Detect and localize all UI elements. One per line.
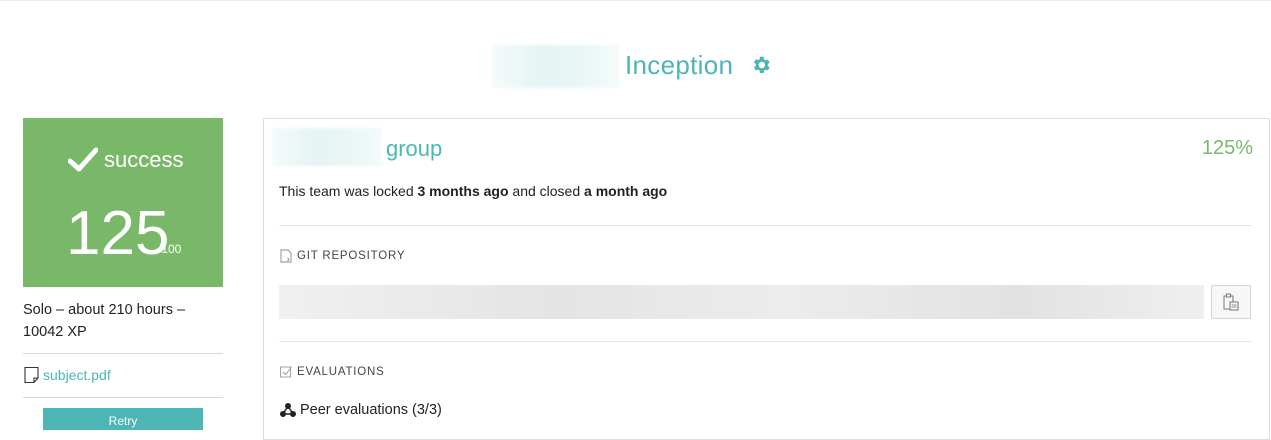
retry-button[interactable]: Retry — [43, 408, 203, 430]
copy-button[interactable] — [1211, 285, 1251, 319]
git-repository-url-field[interactable] — [279, 285, 1204, 319]
status-card: success 125 /100 — [23, 118, 223, 287]
clipboard-icon — [1223, 293, 1239, 311]
closed-time: a month ago — [584, 183, 668, 199]
divider — [23, 353, 223, 354]
locked-time: 3 months ago — [417, 183, 509, 199]
project-details: Solo – about 210 hours – 10042 XP — [23, 299, 213, 343]
checkbox-icon — [280, 366, 292, 378]
checkmark-icon — [68, 147, 98, 172]
group-title: group — [386, 136, 443, 161]
blurred-username — [272, 128, 382, 166]
divider — [279, 341, 1252, 342]
team-panel — [263, 118, 1270, 440]
divider — [23, 397, 223, 398]
evaluations-heading: EVALUATIONS — [279, 365, 385, 379]
team-percent: 125% — [1201, 137, 1253, 159]
gear-icon[interactable] — [750, 54, 772, 76]
top-divider — [0, 0, 1271, 1]
details-line: Solo – about 210 hours – — [23, 302, 186, 318]
git-repository-heading: GIT REPOSITORY — [279, 249, 405, 263]
peer-evaluations: Peer evaluations (3/3) — [279, 402, 442, 418]
document-icon — [24, 366, 39, 384]
file-code-icon — [280, 249, 292, 263]
subject-link[interactable]: subject.pdf — [23, 366, 111, 384]
score-max: /100 — [158, 242, 182, 256]
network-icon — [280, 403, 296, 417]
details-line: 10042 XP — [23, 324, 87, 340]
final-score: 125 — [66, 199, 170, 268]
team-lock-status: This team was locked 3 months ago and cl… — [279, 183, 668, 199]
status-label: success — [104, 147, 184, 172]
peer-evaluations-label: Peer evaluations (3/3) — [300, 402, 442, 418]
subject-link-label[interactable]: subject.pdf — [43, 367, 111, 383]
project-title: Inception — [625, 50, 734, 80]
divider — [279, 225, 1252, 226]
blurred-username — [492, 45, 619, 88]
